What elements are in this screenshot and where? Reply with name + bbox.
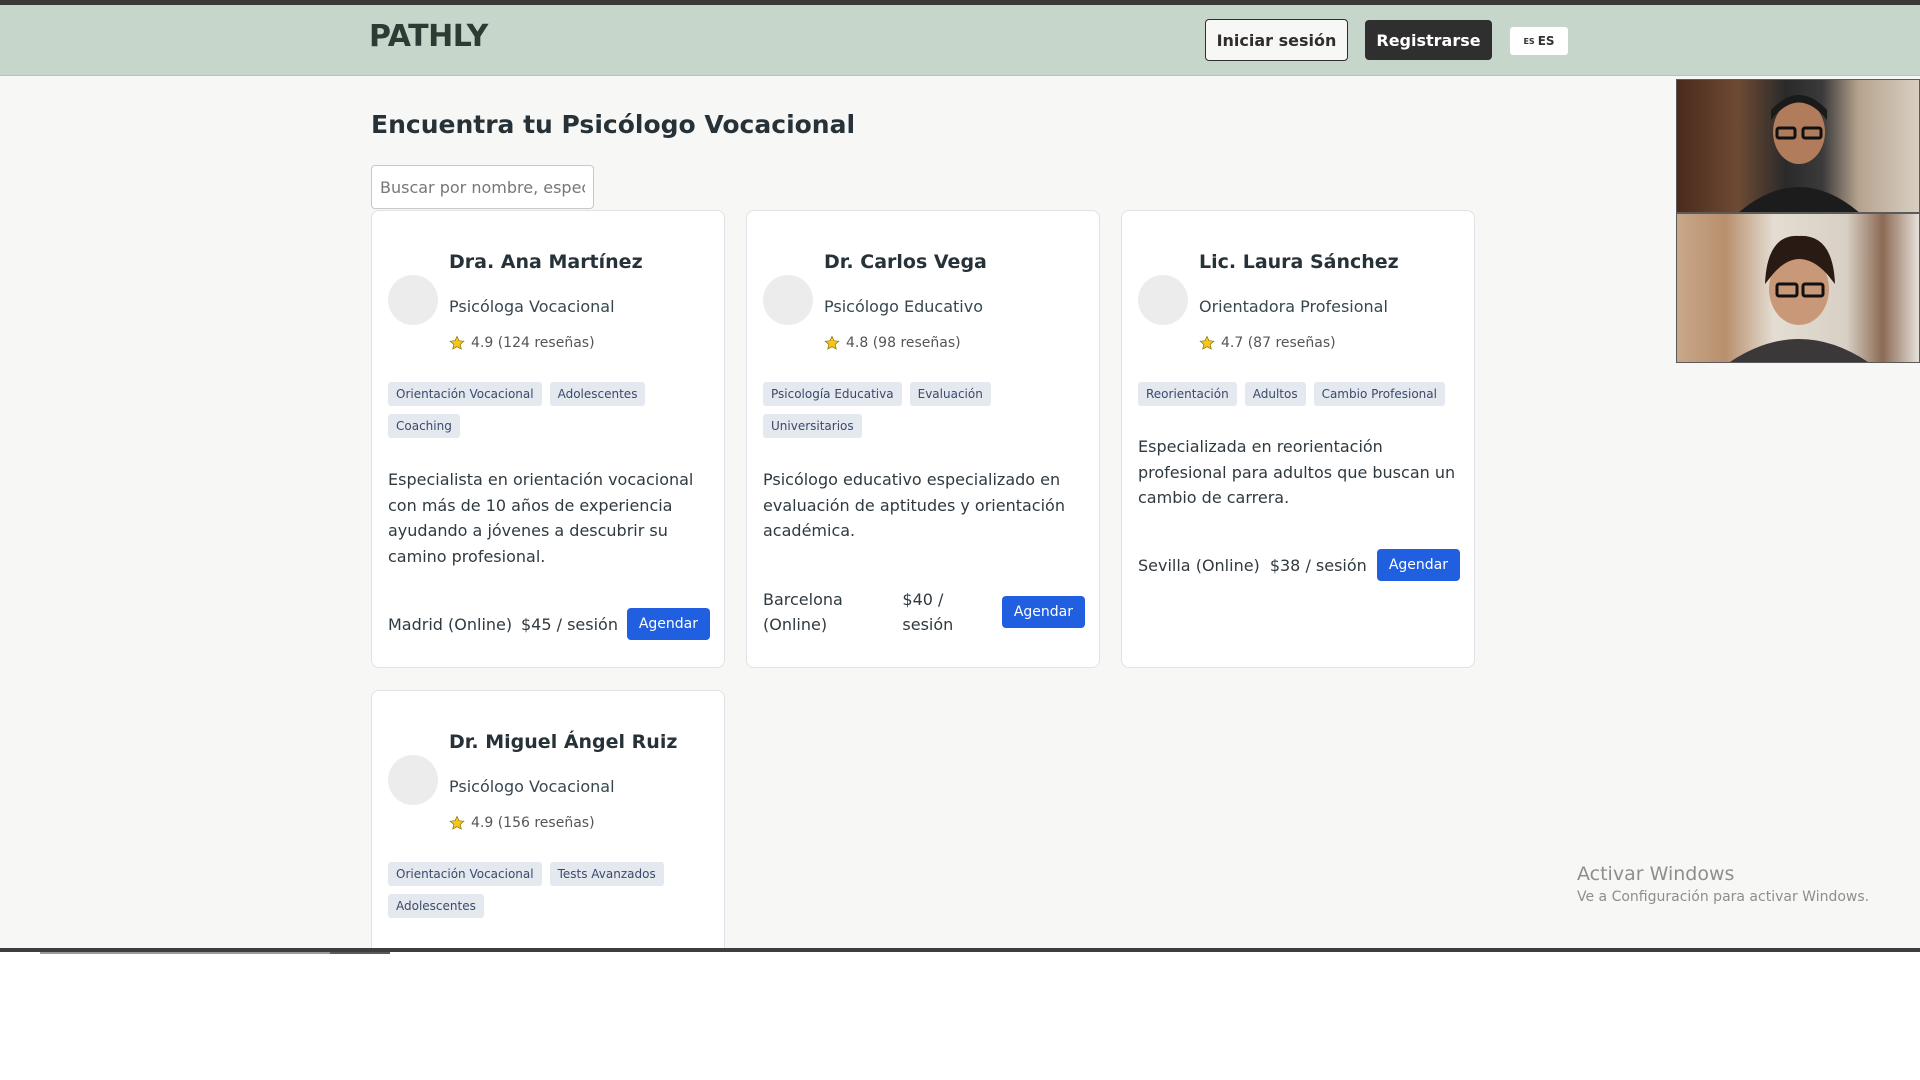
psychologist-card: Lic. Laura Sánchez Orientadora Profesion… xyxy=(1121,210,1475,668)
psychologist-name: Dr. Carlos Vega xyxy=(824,251,987,273)
rating: 4.9 (124 reseñas) xyxy=(449,335,595,351)
specialty-tag: Coaching xyxy=(388,414,460,438)
rating-text: 4.9 (156 reseñas) xyxy=(471,815,595,831)
webcam-video-tile xyxy=(1676,79,1920,213)
psychologist-name: Lic. Laura Sánchez xyxy=(1199,251,1399,273)
psychologist-description: Especialista en orientación vocacional c… xyxy=(388,470,694,566)
watermark-subtitle: Ve a Configuración para activar Windows. xyxy=(1577,889,1870,905)
avatar xyxy=(388,755,438,805)
avatar xyxy=(763,275,813,325)
psychologist-card: Dra. Ana Martínez Psicóloga Vocacional 4… xyxy=(371,210,725,668)
page-title: Encuentra tu Psicólogo Vocacional xyxy=(371,110,856,139)
price: $40 / sesión xyxy=(902,590,954,634)
star-icon xyxy=(1199,335,1215,350)
specialty-tags: Orientación Vocacional Tests Avanzados A… xyxy=(388,862,718,918)
specialty-tag: Adolescentes xyxy=(388,894,484,918)
webcam-person-image xyxy=(1730,235,1868,362)
psychologist-role: Psicólogo Educativo xyxy=(824,297,983,316)
location: Madrid (Online) xyxy=(388,614,513,634)
location: Sevilla (Online) xyxy=(1138,555,1260,575)
book-button[interactable]: Agendar xyxy=(1001,596,1085,628)
webcam-video-tile xyxy=(1676,213,1920,363)
specialty-tag: Tests Avanzados xyxy=(549,862,664,886)
screen-bottom-shadow xyxy=(330,952,390,954)
card-footer: Madrid (Online) $45 / sesión Agendar xyxy=(388,608,710,640)
rating: 4.7 (87 reseñas) xyxy=(1199,335,1336,351)
login-button[interactable]: Iniciar sesión xyxy=(1205,19,1348,61)
rating: 4.8 (98 reseñas) xyxy=(824,335,961,351)
navbar: PATHLY Iniciar sesión Registrarse ES ES xyxy=(0,5,1920,76)
psychologist-role: Orientadora Profesional xyxy=(1199,297,1388,316)
psychologist-description: Psicólogo educativo especializado en eva… xyxy=(763,470,1065,540)
avatar xyxy=(1138,275,1188,325)
browser-viewport: PATHLY Iniciar sesión Registrarse ES ES … xyxy=(0,0,1920,950)
logo[interactable]: PATHLY xyxy=(369,19,488,54)
specialty-tag: Evaluación xyxy=(909,382,991,406)
psychologist-card: Dr. Carlos Vega Psicólogo Educativo 4.8 … xyxy=(746,210,1100,668)
specialty-tag: Adolescentes xyxy=(549,382,646,406)
price: $45 / sesión xyxy=(520,614,618,634)
rating-text: 4.7 (87 reseñas) xyxy=(1221,335,1336,351)
rating-text: 4.8 (98 reseñas) xyxy=(846,335,961,351)
star-icon xyxy=(449,335,465,350)
location: Barcelona (Online) xyxy=(763,590,843,634)
psychologist-name: Dra. Ana Martínez xyxy=(449,251,643,273)
specialty-tag: Cambio Profesional xyxy=(1313,382,1445,406)
book-button[interactable]: Agendar xyxy=(626,608,710,640)
rating-text: 4.9 (124 reseñas) xyxy=(471,335,595,351)
psychologist-role: Psicóloga Vocacional xyxy=(449,297,615,316)
star-icon xyxy=(824,335,840,350)
watermark-title: Activar Windows xyxy=(1577,863,1735,885)
search-input[interactable] xyxy=(371,165,594,209)
windows-activation-watermark: Activar Windows Ve a Configuración para … xyxy=(1577,863,1869,905)
psychologist-card: Dr. Miguel Ángel Ruiz Psicólogo Vocacion… xyxy=(371,690,725,950)
psychologist-description: Especializada en reorientación profesion… xyxy=(1138,437,1456,507)
specialty-tag: Adultos xyxy=(1244,382,1306,406)
webcam-person-image xyxy=(1739,95,1859,212)
language-selector[interactable]: ES ES xyxy=(1510,27,1568,55)
card-footer: Barcelona (Online) $40 / sesión Agendar xyxy=(763,587,1085,637)
specialty-tag: Universitarios xyxy=(763,414,862,438)
star-icon xyxy=(449,815,465,830)
language-flag-label: ES xyxy=(1523,36,1535,46)
language-label: ES xyxy=(1537,34,1555,48)
specialty-tags: Reorientación Adultos Cambio Profesional xyxy=(1138,382,1468,406)
specialty-tag: Orientación Vocacional xyxy=(388,862,542,886)
price: $38 / sesión xyxy=(1269,555,1367,575)
specialty-tag: Orientación Vocacional xyxy=(388,382,542,406)
book-button[interactable]: Agendar xyxy=(1376,549,1460,581)
specialty-tags: Psicología Educativa Evaluación Universi… xyxy=(763,382,1093,438)
avatar xyxy=(388,275,438,325)
specialty-tag: Psicología Educativa xyxy=(763,382,902,406)
register-button[interactable]: Registrarse xyxy=(1365,20,1492,60)
screen-bottom-shadow xyxy=(40,952,336,954)
specialty-tag: Reorientación xyxy=(1138,382,1237,406)
specialty-tags: Orientación Vocacional Adolescentes Coac… xyxy=(388,382,718,438)
rating: 4.9 (156 reseñas) xyxy=(449,815,595,831)
psychologist-name: Dr. Miguel Ángel Ruiz xyxy=(449,731,678,753)
psychologist-role: Psicólogo Vocacional xyxy=(449,777,615,796)
card-footer: Sevilla (Online) $38 / sesión Agendar xyxy=(1138,549,1460,581)
